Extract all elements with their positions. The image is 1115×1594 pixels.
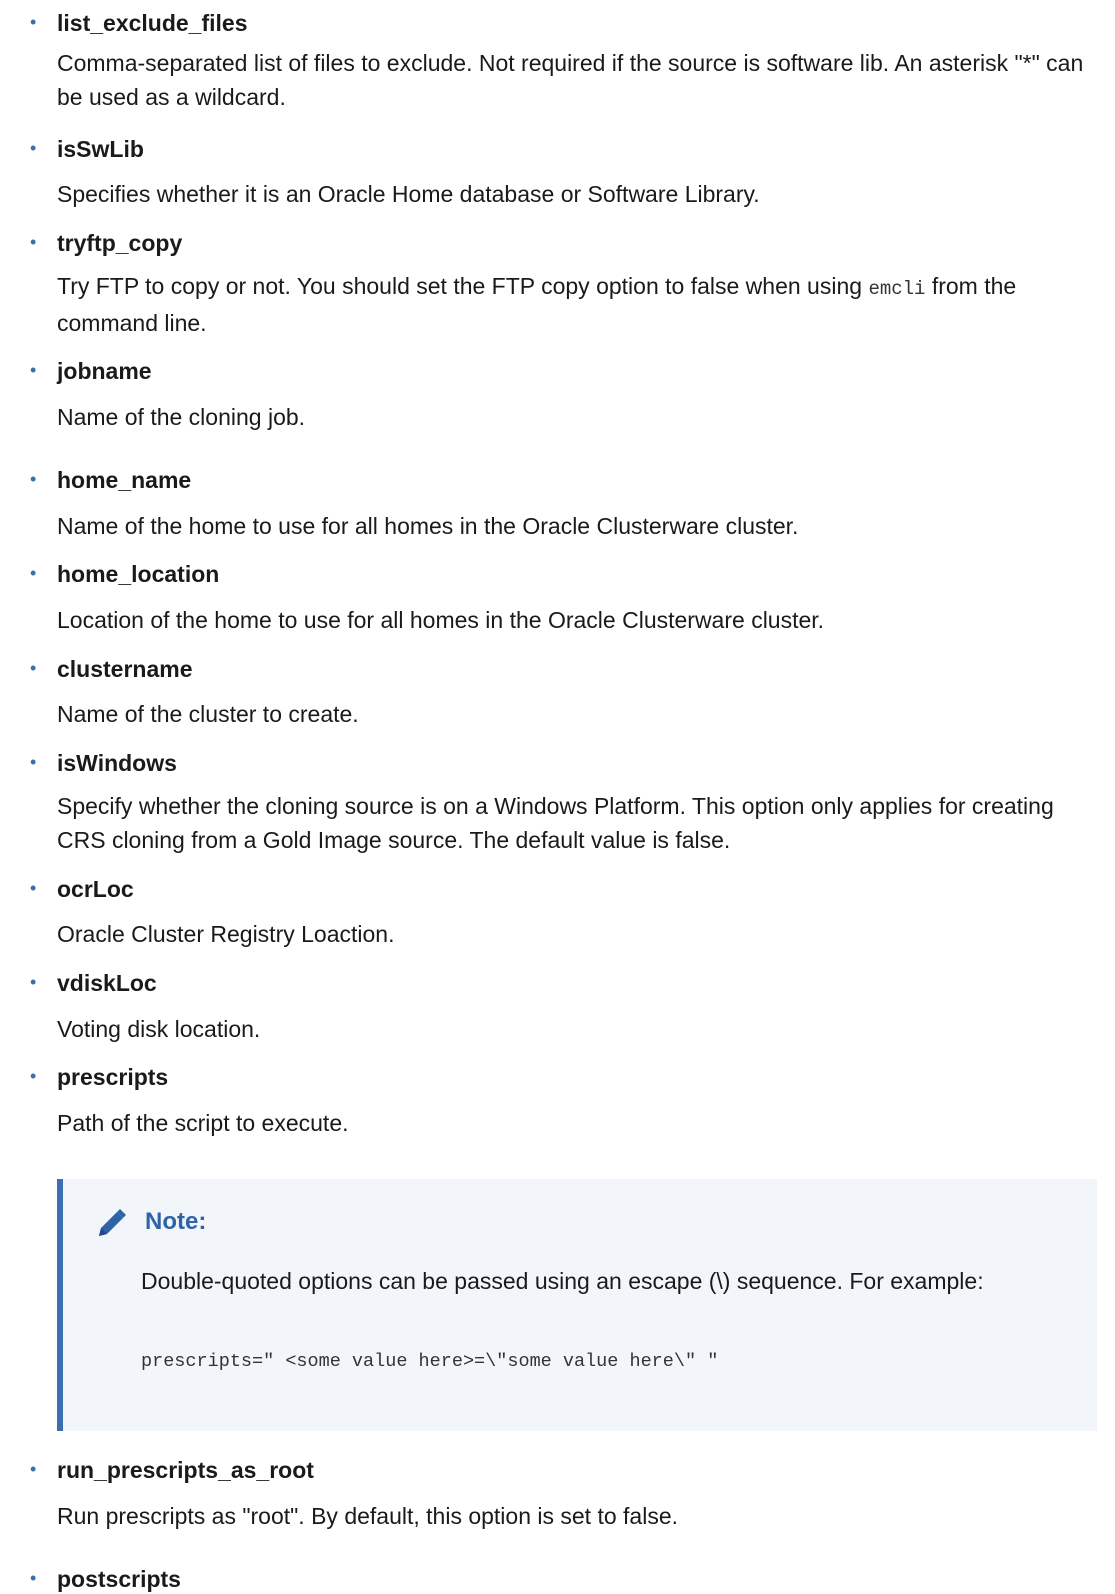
bullet: • [30, 469, 37, 489]
option-description: Name of the cloning job. [57, 404, 306, 430]
option-description: Name of the home to use for all homes in… [57, 513, 799, 539]
bullet: • [30, 878, 37, 898]
bullet: • [30, 972, 37, 992]
bullet: • [30, 658, 37, 678]
note-box: Note: Double-quoted options can be passe… [57, 1179, 1097, 1431]
note-code-example: prescripts=" <some value here>=\"some va… [141, 1351, 719, 1372]
option-description: Comma-separated list of files to exclude… [57, 50, 1084, 110]
bullet: • [30, 752, 37, 772]
option-term: tryftp_copy [57, 230, 183, 256]
bullet: • [30, 1459, 37, 1479]
option-description: Voting disk location. [57, 1016, 261, 1042]
option-description: Specifies whether it is an Oracle Home d… [57, 181, 760, 207]
bullet: • [30, 138, 37, 158]
inline-code: emcli [868, 278, 926, 300]
description-text: Try FTP to copy or not. You should set t… [57, 273, 869, 299]
option-term: prescripts [57, 1064, 169, 1090]
bullet: • [30, 12, 37, 32]
bullet: • [30, 563, 37, 583]
option-term: clustername [57, 656, 193, 682]
option-description: Run prescripts as "root". By default, th… [57, 1503, 679, 1529]
note-title: Note: [145, 1208, 207, 1235]
option-term: vdiskLoc [57, 970, 157, 996]
option-description: Location of the home to use for all home… [57, 607, 825, 633]
option-description: Specify whether the cloning source is on… [57, 793, 1054, 853]
option-description: Name of the cluster to create. [57, 701, 359, 727]
note-text: Double-quoted options can be passed usin… [141, 1268, 984, 1294]
option-term: list_exclude_files [57, 10, 248, 36]
bullet: • [30, 360, 37, 380]
option-term: isWindows [57, 750, 177, 776]
bullet: • [30, 1568, 37, 1588]
option-description: Path of the script to execute. [57, 1110, 349, 1136]
option-description: Try FTP to copy or not. You should set t… [57, 269, 1097, 340]
bullet: • [30, 232, 37, 252]
option-term: home_location [57, 561, 220, 587]
option-term: postscripts [57, 1566, 181, 1592]
option-term: isSwLib [57, 136, 144, 162]
pencil-icon [99, 1209, 126, 1236]
option-term: jobname [57, 358, 152, 384]
option-term: home_name [57, 467, 192, 493]
option-term: ocrLoc [57, 876, 134, 902]
option-term: run_prescripts_as_root [57, 1457, 314, 1483]
bullet: • [30, 1066, 37, 1086]
option-description: Oracle Cluster Registry Loaction. [57, 921, 395, 947]
